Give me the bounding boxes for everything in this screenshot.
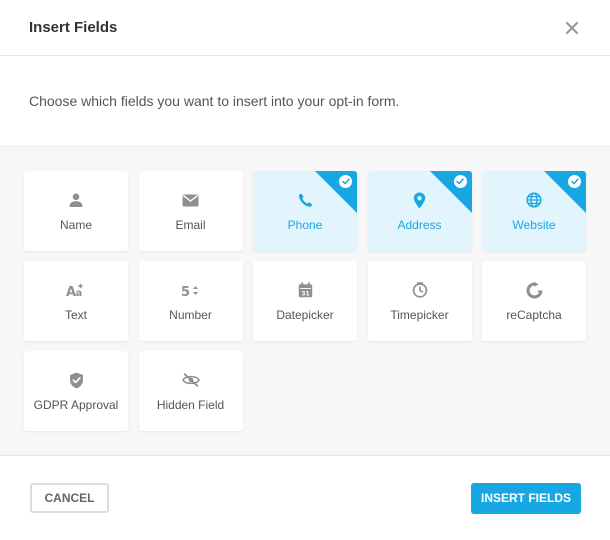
- checkmark-icon: [339, 175, 352, 188]
- field-card-name[interactable]: Name: [24, 171, 128, 251]
- field-card-address[interactable]: Address: [367, 171, 472, 251]
- user-icon: [68, 190, 84, 210]
- field-card-label: Datepicker: [276, 308, 334, 322]
- field-card-datepicker[interactable]: 31 Datepicker: [253, 261, 357, 341]
- number-icon: 5: [181, 280, 201, 300]
- globe-icon: [526, 190, 542, 210]
- text-format-icon: Aa: [66, 280, 86, 300]
- field-card-label: Email: [175, 218, 206, 232]
- insert-fields-modal: Insert Fields Choose which fields you wa…: [0, 0, 610, 540]
- cancel-button[interactable]: CANCEL: [30, 483, 109, 513]
- field-card-hidden-field[interactable]: Hidden Field: [138, 351, 243, 431]
- clock-icon: [412, 280, 428, 300]
- calendar-icon: 31: [298, 280, 313, 300]
- insert-fields-button[interactable]: INSERT FIELDS: [471, 482, 581, 514]
- shield-check-icon: [69, 370, 84, 390]
- close-button[interactable]: [562, 18, 582, 38]
- field-card-label: Number: [169, 308, 212, 322]
- field-card-label: reCaptcha: [506, 308, 562, 322]
- field-card-label: Phone: [287, 218, 323, 232]
- field-card-phone[interactable]: Phone: [253, 171, 357, 251]
- modal-title: Insert Fields: [29, 19, 118, 36]
- checkmark-icon: [568, 175, 581, 188]
- modal-footer: CANCEL INSERT FIELDS: [0, 456, 610, 540]
- field-card-timepicker[interactable]: Timepicker: [367, 261, 472, 341]
- field-card-label: Timepicker: [390, 308, 449, 322]
- field-card-website[interactable]: Website: [482, 171, 586, 251]
- field-card-text[interactable]: Aa Text: [24, 261, 128, 341]
- fields-area: Name Email Phone Address Website Aa Text 5 Numbe…: [0, 146, 610, 456]
- modal-header: Insert Fields: [0, 0, 610, 56]
- intro-text: Choose which fields you want to insert i…: [29, 93, 400, 109]
- svg-text:a: a: [76, 288, 83, 298]
- svg-text:5: 5: [181, 285, 190, 298]
- envelope-icon: [182, 190, 199, 210]
- field-card-label: Hidden Field: [156, 398, 225, 412]
- field-card-label: Name: [59, 218, 92, 232]
- field-card-label: Website: [512, 218, 556, 232]
- field-card-gdpr-approval[interactable]: GDPR Approval: [24, 351, 128, 431]
- recaptcha-icon: [526, 280, 543, 300]
- close-icon: [566, 21, 578, 34]
- field-card-label: Text: [64, 308, 87, 322]
- field-card-label: Address: [397, 218, 442, 232]
- map-pin-icon: [413, 190, 426, 210]
- svg-text:31: 31: [301, 291, 309, 298]
- field-card-label: GDPR Approval: [33, 398, 119, 412]
- field-card-number[interactable]: 5 Number: [138, 261, 243, 341]
- eye-slash-icon: [181, 370, 200, 390]
- checkmark-icon: [453, 175, 467, 188]
- field-card-recaptcha[interactable]: reCaptcha: [482, 261, 586, 341]
- phone-icon: [298, 190, 313, 210]
- field-card-email[interactable]: Email: [138, 171, 243, 251]
- field-grid: Name Email Phone Address Website Aa Text 5 Numbe…: [24, 171, 586, 431]
